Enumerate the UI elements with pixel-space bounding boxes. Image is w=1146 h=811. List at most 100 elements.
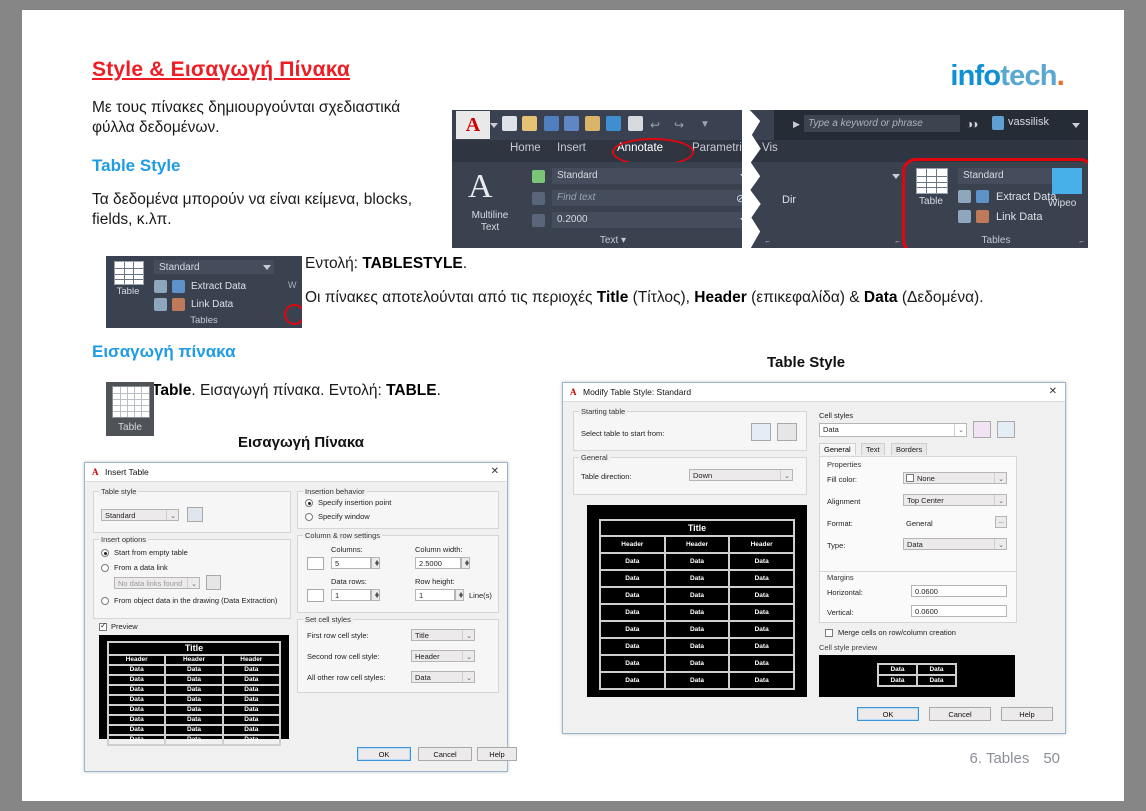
table-data-cell: Data	[917, 675, 956, 686]
table-row: Data Data Data	[108, 695, 280, 705]
data-link-select[interactable]: No data links found ⌄	[114, 577, 200, 589]
search-input[interactable]: Type a keyword or phrase	[804, 115, 960, 132]
application-menu-icon[interactable]: A	[456, 111, 490, 139]
publish-icon[interactable]	[606, 116, 621, 131]
table-button-label-standalone[interactable]: Table	[108, 286, 148, 297]
user-menu-caret-icon[interactable]	[1072, 123, 1080, 128]
table-data-cell: Data	[729, 570, 794, 587]
other-rows-select[interactable]: Data ⌄	[411, 671, 475, 683]
insert-table-cancel-button[interactable]: Cancel	[418, 747, 472, 761]
select-table-button[interactable]	[751, 423, 771, 441]
cell-style-select[interactable]: Data ⌄	[819, 423, 967, 437]
ribbon-tab-parametric[interactable]: Parametric	[692, 142, 748, 154]
extract-data-icon-2-standalone[interactable]	[172, 280, 185, 293]
dimension-style-caret-icon[interactable]	[892, 174, 900, 179]
horizontal-margin-input[interactable]: 0.0600	[911, 585, 1007, 597]
tab-borders[interactable]: Borders	[891, 443, 928, 455]
label-insertion-point[interactable]: Specify insertion point	[318, 498, 391, 507]
find-text-icon[interactable]	[532, 192, 545, 205]
insert-table-ok-button[interactable]: OK	[357, 747, 411, 761]
redo-icon[interactable]: ↪	[674, 118, 684, 132]
dimension-panel-dialog-launcher-icon[interactable]: ⌐	[895, 237, 900, 246]
create-cell-style-button[interactable]	[973, 421, 991, 438]
ribbon-tab-insert[interactable]: Insert	[557, 142, 586, 154]
tab-general[interactable]: General	[819, 443, 856, 455]
table-tool-icon[interactable]: Table	[106, 382, 154, 436]
format-browse-button[interactable]: ...	[995, 516, 1007, 528]
qat-overflow-icon[interactable]: ▼	[700, 119, 710, 130]
table-style-caret-icon-standalone[interactable]	[263, 265, 271, 270]
column-width-spinner[interactable]	[461, 557, 470, 569]
extract-data-icon-1-standalone[interactable]	[154, 280, 167, 293]
column-row-settings-group	[297, 535, 499, 613]
table-header-cell: Header	[729, 536, 794, 553]
table-grid-icon-standalone[interactable]	[114, 261, 144, 285]
table-style-combo-standalone[interactable]: Standard	[154, 260, 274, 274]
radio-from-object-data[interactable]	[101, 597, 109, 605]
text-style-combo[interactable]: Standard	[552, 168, 752, 184]
manage-cell-style-button[interactable]	[997, 421, 1015, 438]
text-style-check-icon[interactable]	[532, 170, 545, 183]
text-panel-dialog-launcher-icon[interactable]: ⌐	[765, 237, 770, 246]
close-icon[interactable]: ✕	[491, 466, 499, 477]
user-name-label[interactable]: vassilisk	[1008, 116, 1049, 128]
columns-input[interactable]: 5	[331, 557, 371, 569]
chevron-down-icon: ⌄	[958, 427, 964, 434]
link-data-icon-1-standalone[interactable]	[154, 298, 167, 311]
radio-from-data-link[interactable]	[101, 564, 109, 572]
new-file-icon[interactable]	[502, 116, 517, 131]
undo-icon[interactable]: ↩	[650, 118, 660, 132]
extract-data-label-standalone[interactable]: Extract Data	[191, 281, 246, 292]
label-start-empty[interactable]: Start from empty table	[114, 548, 188, 557]
link-data-icon-2-standalone[interactable]	[172, 298, 185, 311]
app-menu-caret-icon[interactable]	[490, 123, 498, 128]
label-specify-window[interactable]: Specify window	[318, 512, 370, 521]
find-text-input[interactable]: Find text	[552, 190, 752, 206]
data-rows-spinner[interactable]	[371, 589, 380, 601]
modify-ok-button[interactable]: OK	[857, 707, 919, 721]
plot-icon[interactable]	[628, 116, 643, 131]
row-height-spinner[interactable]	[455, 589, 464, 601]
table-direction-select[interactable]: Down ⌄	[689, 469, 793, 481]
modify-help-button[interactable]: Help	[1001, 707, 1053, 721]
horizontal-margin-label: Horizontal:	[827, 588, 863, 597]
save-icon[interactable]	[544, 116, 559, 131]
merge-cells-checkbox[interactable]	[825, 629, 833, 637]
remove-table-button[interactable]	[777, 423, 797, 441]
vertical-margin-input[interactable]: 0.0600	[911, 605, 1007, 617]
link-data-label-standalone[interactable]: Link Data	[191, 299, 233, 310]
columns-spinner[interactable]	[371, 557, 380, 569]
text-height-combo[interactable]: 0.2000	[552, 212, 752, 228]
type-select[interactable]: Data ⌄	[903, 538, 1007, 550]
table-style-select[interactable]: Standard ⌄	[101, 509, 179, 521]
merge-cells-label[interactable]: Merge cells on row/column creation	[838, 628, 956, 637]
text-height-icon[interactable]	[532, 214, 545, 227]
close-icon[interactable]: ✕	[1049, 386, 1057, 397]
data-rows-input[interactable]: 1	[331, 589, 371, 601]
radio-specify-window[interactable]	[305, 513, 313, 521]
insert-table-help-button[interactable]: Help	[477, 747, 517, 761]
search-binoculars-icon[interactable]: ◑◑	[966, 117, 978, 131]
manage-data-links-button[interactable]	[206, 575, 221, 590]
row-height-input[interactable]: 1	[415, 589, 455, 601]
column-width-input[interactable]: 2.5000	[415, 557, 461, 569]
second-row-select[interactable]: Header ⌄	[411, 650, 475, 662]
label-from-object-data[interactable]: From object data in the drawing (Data Ex…	[114, 596, 277, 605]
search-expand-icon[interactable]: ▶	[793, 119, 800, 130]
fill-color-select[interactable]: None ⌄	[903, 472, 1007, 484]
label-from-data-link[interactable]: From a data link	[114, 563, 168, 572]
preview-checkbox[interactable]	[99, 621, 107, 631]
radio-start-empty[interactable]	[101, 549, 109, 557]
export-icon[interactable]	[585, 116, 600, 131]
ribbon-tab-home[interactable]: Home	[510, 142, 541, 154]
open-file-icon[interactable]	[522, 116, 537, 131]
save-as-icon[interactable]	[564, 116, 579, 131]
tab-text[interactable]: Text	[861, 443, 885, 455]
launch-table-style-dialog-button[interactable]	[187, 507, 203, 522]
alignment-select[interactable]: Top Center ⌄	[903, 494, 1007, 506]
ribbon-tab-view[interactable]: Vis	[762, 142, 778, 154]
first-row-select[interactable]: Title ⌄	[411, 629, 475, 641]
multiline-text-icon[interactable]: A	[468, 168, 493, 206]
radio-insertion-point[interactable]	[305, 499, 313, 507]
modify-cancel-button[interactable]: Cancel	[929, 707, 991, 721]
